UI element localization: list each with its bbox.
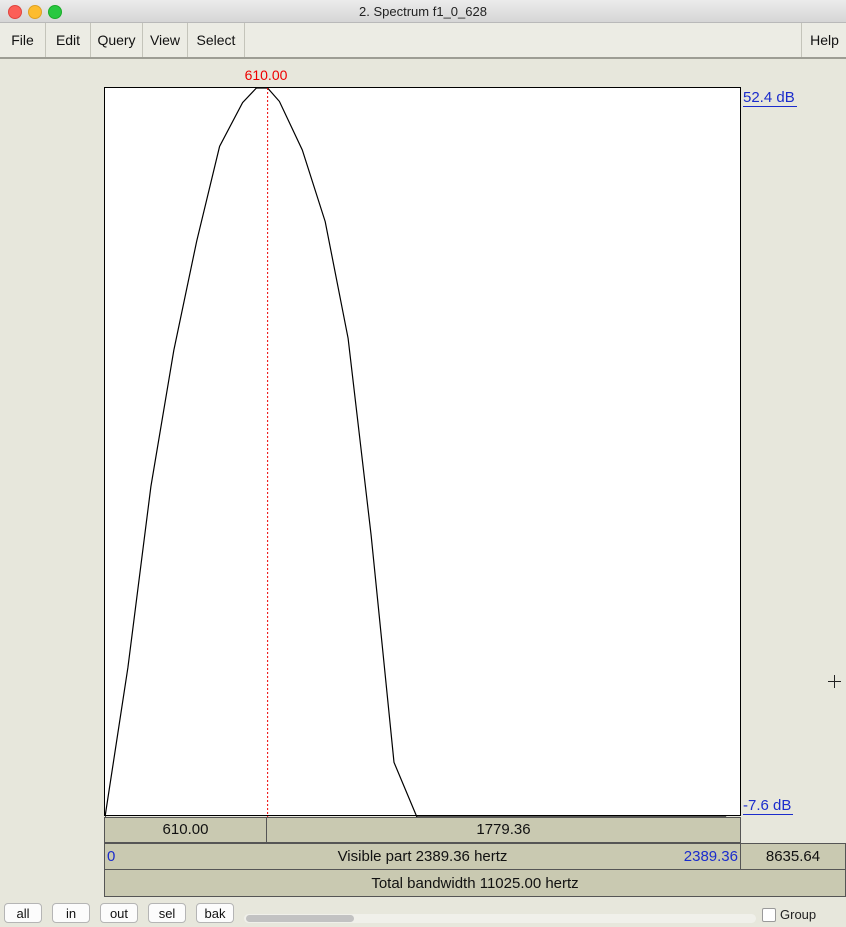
title-bar: 2. Spectrum f1_0_628 bbox=[0, 0, 846, 23]
zoom-back-button[interactable]: bak bbox=[196, 903, 234, 923]
zoom-all-button[interactable]: all bbox=[4, 903, 42, 923]
visible-part-bar[interactable]: 0 Visible part 2389.36 hertz 2389.36 bbox=[104, 843, 741, 870]
spectrum-line bbox=[105, 88, 727, 817]
scrollbar-thumb[interactable] bbox=[246, 915, 354, 922]
remaining-bandwidth-bar[interactable]: 8635.64 bbox=[740, 843, 846, 870]
menu-bar: File Edit Query View Select Help bbox=[0, 23, 846, 59]
visible-end-label: 2389.36 bbox=[683, 848, 738, 865]
zoom-out-button[interactable]: out bbox=[100, 903, 138, 923]
spectrum-svg bbox=[105, 88, 727, 817]
menu-query[interactable]: Query bbox=[91, 23, 143, 57]
visible-start-label: 0 bbox=[107, 848, 116, 865]
zoom-in-button[interactable]: in bbox=[52, 903, 90, 923]
db-min-label: -7.6 dB bbox=[743, 797, 794, 815]
visible-part-label: Visible part 2389.36 hertz bbox=[337, 848, 508, 865]
window-title: 2. Spectrum f1_0_628 bbox=[359, 4, 487, 19]
zoom-selection-button[interactable]: sel bbox=[148, 903, 186, 923]
menu-file[interactable]: File bbox=[0, 23, 46, 57]
spectrum-plot[interactable] bbox=[104, 87, 741, 817]
crosshair-cursor-icon bbox=[828, 675, 841, 688]
cursor-frequency-label: 610.00 bbox=[244, 67, 288, 83]
horizontal-scrollbar[interactable] bbox=[244, 914, 756, 923]
db-max-label: 52.4 dB bbox=[743, 89, 797, 107]
group-label: Group bbox=[780, 907, 817, 922]
menu-view[interactable]: View bbox=[143, 23, 188, 57]
cursor-right-segment[interactable]: 1779.36 bbox=[266, 817, 741, 843]
menu-edit[interactable]: Edit bbox=[46, 23, 91, 57]
total-bandwidth-bar[interactable]: Total bandwidth 11025.00 hertz bbox=[104, 869, 846, 897]
group-checkbox[interactable] bbox=[762, 908, 776, 922]
menu-help[interactable]: Help bbox=[801, 23, 846, 57]
menu-select[interactable]: Select bbox=[188, 23, 245, 57]
cursor-left-segment[interactable]: 610.00 bbox=[104, 817, 267, 843]
